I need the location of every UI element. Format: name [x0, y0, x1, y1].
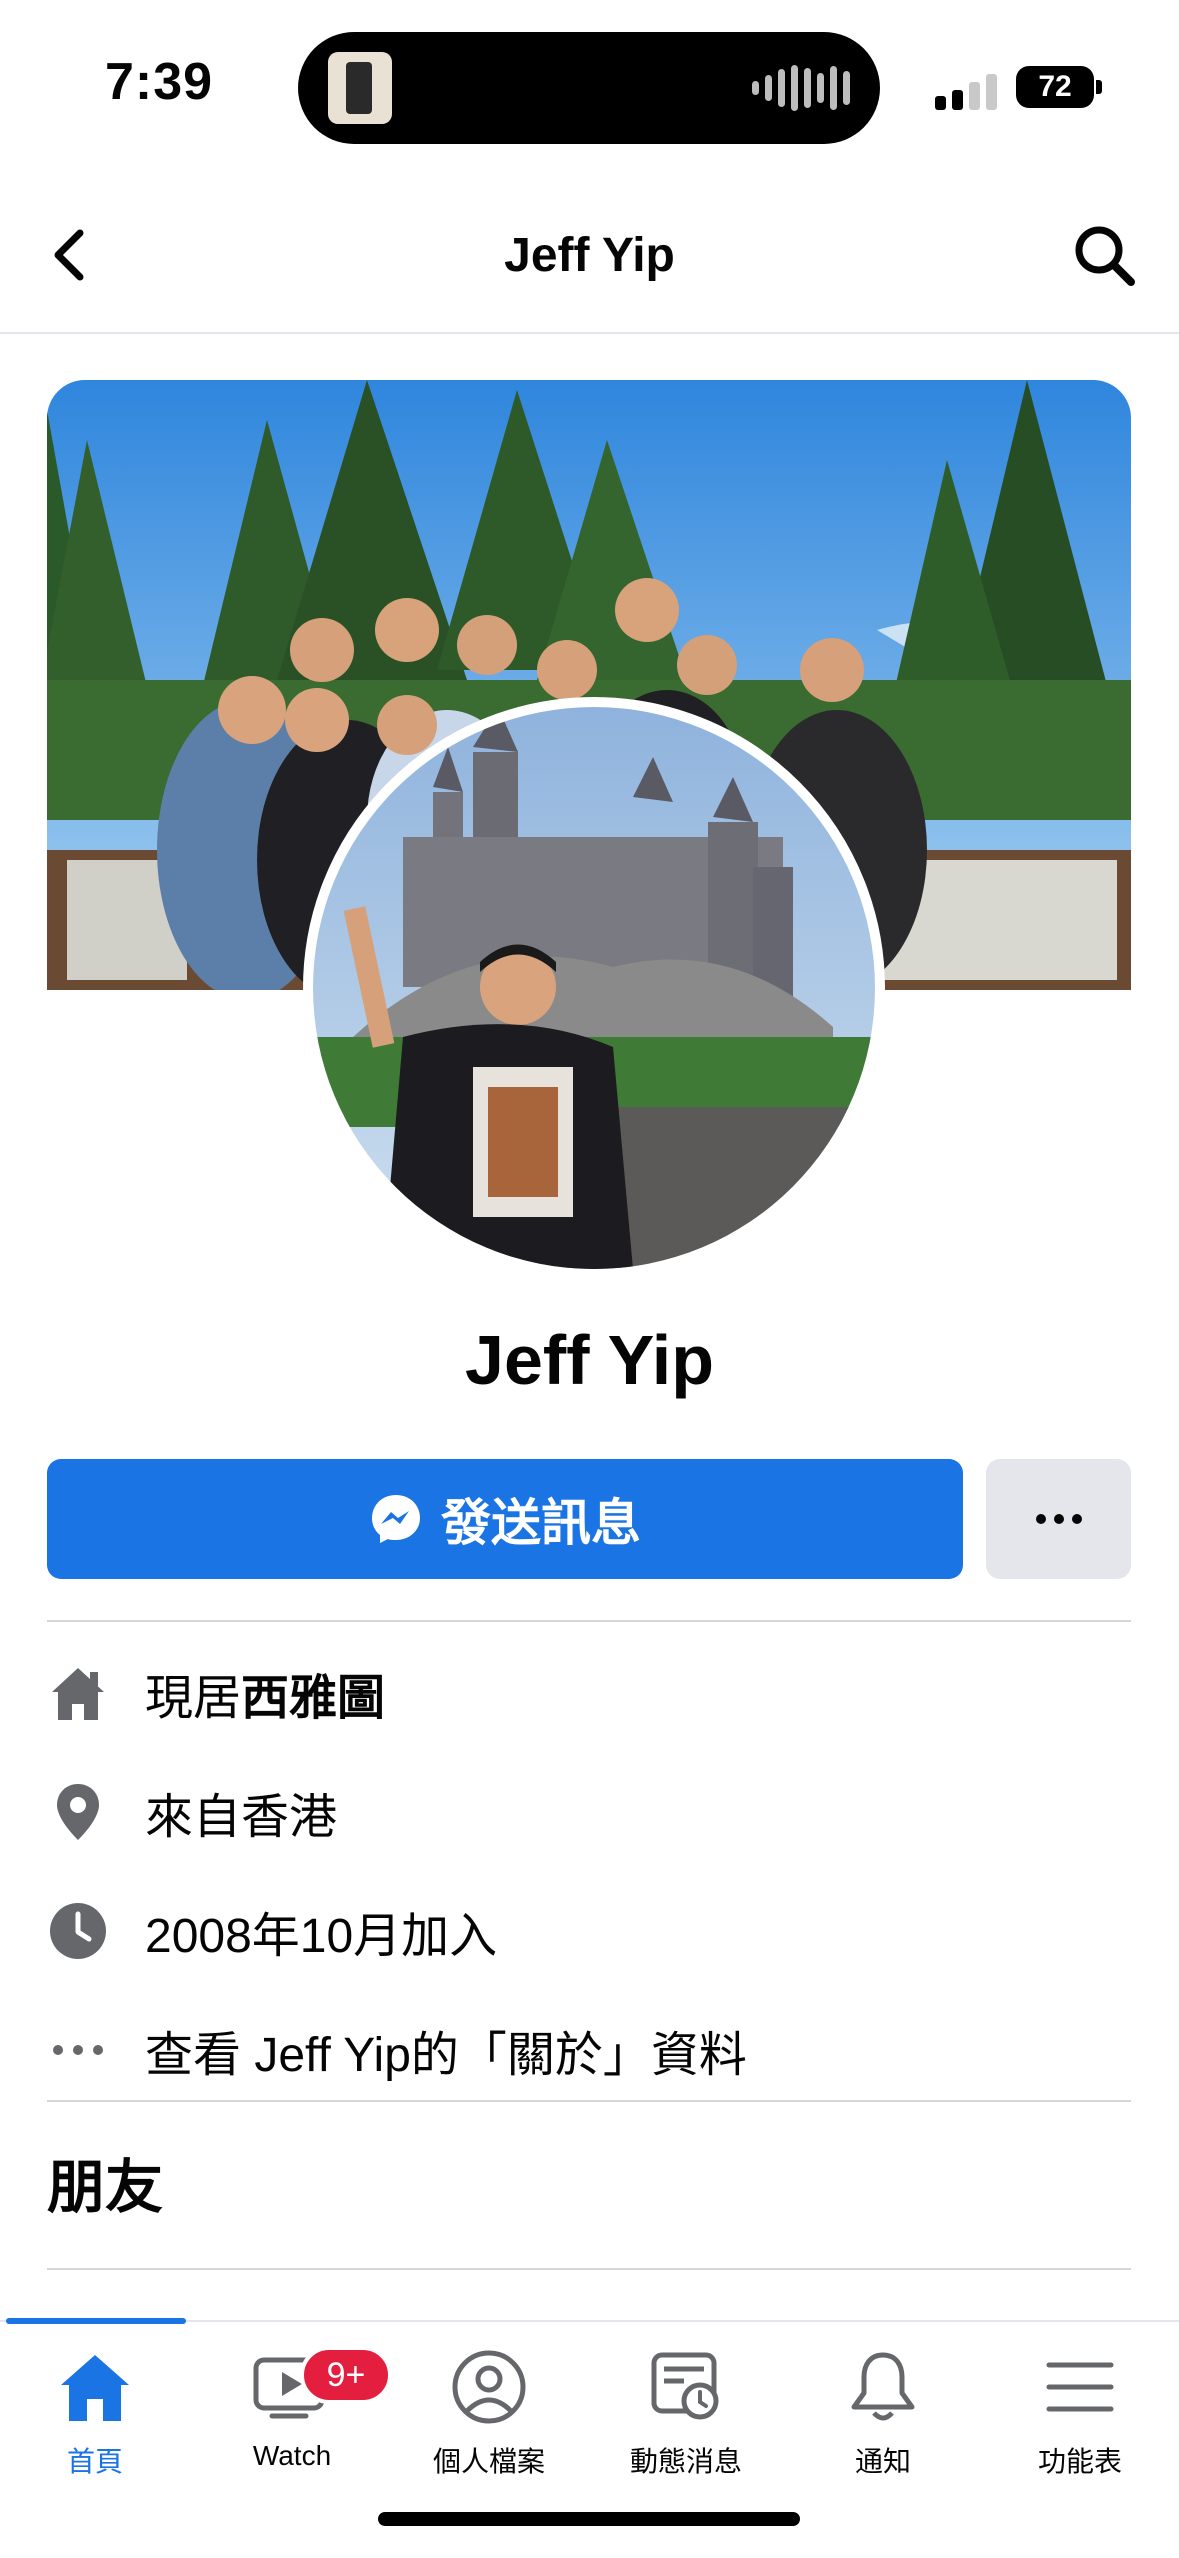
tab-notifications[interactable]: 通知 — [785, 2344, 981, 2484]
send-message-label: 發送訊息 — [441, 1495, 641, 1551]
lives-in-text: 現居西雅圖 — [145, 1658, 385, 1728]
menu-icon — [1046, 2362, 1114, 2412]
cellular-signal-icon — [935, 74, 997, 110]
tab-watch-label: Watch — [252, 2440, 332, 2471]
tab-notifications-label: 通知 — [854, 2446, 911, 2477]
tab-feeds[interactable]: 動態消息 — [588, 2344, 784, 2484]
top-navigation: Jeff Yip — [0, 180, 1179, 334]
active-tab-indicator — [6, 2318, 186, 2324]
tab-profile[interactable]: 個人檔案 — [391, 2344, 587, 2484]
status-bar: 7:39 72 — [0, 0, 1179, 160]
more-options-button[interactable] — [986, 1459, 1131, 1579]
bell-icon — [851, 2352, 915, 2421]
tab-home-label: 首頁 — [66, 2446, 123, 2477]
audio-waveform-icon — [752, 65, 850, 111]
clock-icon — [47, 1900, 109, 1962]
search-icon — [1075, 226, 1135, 286]
home-indicator[interactable] — [378, 2512, 800, 2526]
friends-section-title: 朋友 — [47, 2155, 164, 2220]
lives-in-city[interactable]: 西雅圖 — [241, 1672, 385, 1725]
home-icon — [47, 1662, 109, 1724]
tab-feeds-label: 動態消息 — [629, 2446, 742, 2477]
profile-icon — [452, 2350, 526, 2424]
about-link-text[interactable]: 查看 Jeff Yip的「關於」資料 — [145, 2015, 747, 2085]
intro-lives-in: 現居西雅圖 — [47, 1648, 1131, 1738]
now-playing-artwork — [328, 52, 392, 124]
home-icon — [61, 2355, 129, 2421]
lives-in-prefix: 現居 — [145, 1672, 242, 1725]
intro-joined: 2008年10月加入 — [47, 1886, 1131, 1976]
more-dots-icon — [47, 2019, 109, 2081]
notification-badge: 9+ — [300, 2346, 392, 2404]
location-pin-icon — [47, 1781, 109, 1843]
divider — [47, 2100, 1131, 2102]
page-title: Jeff Yip — [504, 229, 675, 282]
battery-cap — [1096, 80, 1102, 94]
battery-indicator: 72 — [1016, 66, 1094, 108]
tab-profile-label: 個人檔案 — [432, 2446, 545, 2477]
tab-watch[interactable]: Watch 9+ — [194, 2344, 392, 2484]
send-message-button[interactable]: 發送訊息 — [47, 1459, 963, 1579]
messenger-icon — [372, 1495, 420, 1543]
from-text: 來自香港 — [145, 1791, 338, 1844]
joined-text: 2008年10月加入 — [145, 1910, 498, 1963]
tab-menu[interactable]: 功能表 — [982, 2344, 1178, 2484]
feeds-icon — [651, 2352, 719, 2420]
search-button[interactable] — [1069, 220, 1141, 292]
divider — [47, 2268, 1131, 2270]
intro-from: 來自香港 — [47, 1767, 1131, 1857]
divider — [47, 1620, 1131, 1622]
dynamic-island[interactable] — [298, 32, 880, 144]
profile-name: Jeff Yip — [465, 1321, 714, 1399]
tab-home[interactable]: 首頁 — [0, 2344, 193, 2484]
tab-menu-label: 功能表 — [1037, 2446, 1122, 2477]
intro-about-link[interactable]: 查看 Jeff Yip的「關於」資料 — [47, 2005, 1131, 2095]
status-time: 7:39 — [105, 53, 214, 111]
more-dots-icon — [1035, 1514, 1082, 1524]
profile-picture[interactable] — [303, 697, 885, 1279]
